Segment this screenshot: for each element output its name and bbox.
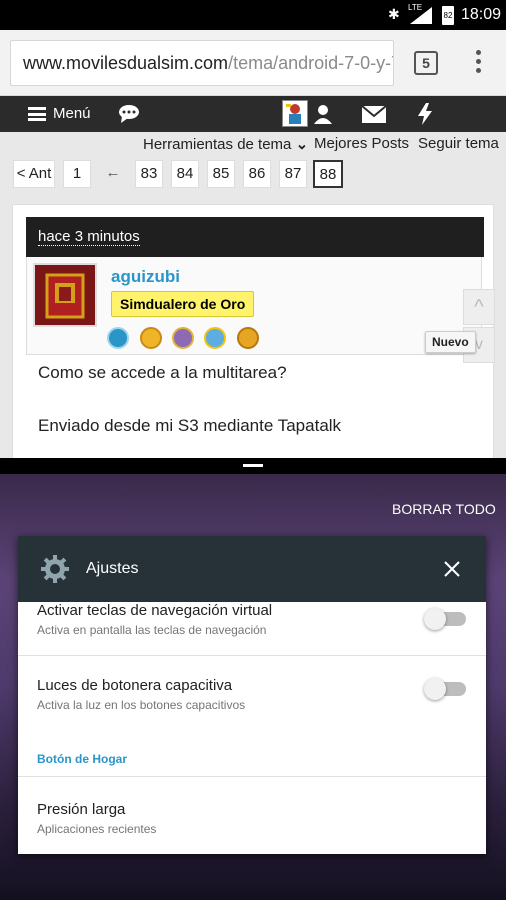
chat-icon[interactable] [118,104,140,124]
tab-switcher-button[interactable]: 5 [414,51,438,75]
scroll-up-button[interactable]: ^ [463,289,495,325]
app-card-header: Ajustes [18,536,486,602]
signal-icon [410,7,432,24]
profile-icon[interactable] [314,104,332,124]
close-icon[interactable] [444,561,460,577]
split-screen-divider[interactable] [0,458,506,474]
award-badge-icon [107,327,129,349]
thread-tools-label: Herramientas de tema [143,136,292,153]
page-button[interactable]: 86 [243,160,271,188]
setting-subtitle: Activa en pantalla las teclas de navegac… [37,623,267,637]
user-rank-badge: Simdualero de Oro [111,291,255,317]
new-post-badge: Nuevo [425,331,476,353]
post-body-line: Como se accede a la multitarea? [38,363,287,382]
setting-subtitle: Aplicaciones recientes [37,822,157,836]
post-body-line: Enviado desde mi S3 mediante Tapatalk [38,416,342,435]
virtual-nav-toggle[interactable] [424,608,466,630]
post-username[interactable]: aguizubi [111,267,180,287]
award-badge-icon [172,327,194,349]
page-button[interactable]: 85 [207,160,235,188]
post-author-panel: aguizubi Simdualero de Oro [26,257,482,355]
section-header: Botón de Hogar [37,752,127,766]
page-first-button[interactable]: 1 [63,160,91,188]
page-button[interactable]: 84 [171,160,199,188]
recents-screen: BORRAR TODO Ajustes Activar teclas de na… [0,474,506,900]
browser-toolbar: www.movilesdualsim.com/tema/android-7-0-… [0,30,506,96]
award-badge-icon [140,327,162,349]
setting-subtitle: Activa la luz en los botones capacitivos [37,698,246,712]
setting-row-capacitive-lights[interactable]: Luces de botonera capacitiva Activa la l… [18,656,486,720]
thread-tools-link[interactable]: Herramientas de tema ⌄ [143,135,308,153]
bolt-icon[interactable] [418,103,432,125]
hamburger-icon[interactable] [28,107,46,121]
post-header: hace 3 minutos [26,217,484,257]
current-page-button: 88 [313,160,343,188]
setting-row-long-press[interactable]: Presión larga Aplicaciones recientes [18,776,486,836]
capacitive-lights-toggle[interactable] [424,678,466,700]
setting-row-virtual-nav[interactable]: Activar teclas de navegación virtual Act… [18,602,486,656]
url-bar[interactable]: www.movilesdualsim.com/tema/android-7-0-… [10,40,394,86]
page-gap-arrow[interactable]: ← [99,160,127,188]
prev-page-button[interactable]: < Ant [13,160,55,188]
post-time: hace 3 minutos [38,228,140,246]
post-card: hace 3 minutos aguizubi Simdualero de Or… [12,204,495,458]
best-posts-link[interactable]: Mejores Posts [314,135,409,152]
overflow-menu-icon[interactable] [472,50,484,76]
menu-label[interactable]: Menú [53,105,91,122]
settings-app-card[interactable]: Ajustes Activar teclas de navegación vir… [18,536,486,854]
page-button[interactable]: 83 [135,160,163,188]
app-title: Ajustes [86,560,139,577]
clear-all-button[interactable]: BORRAR TODO [392,501,496,517]
chevron-down-icon: ⌄ [295,136,309,153]
divider-handle[interactable] [243,464,263,467]
user-avatar-icon[interactable] [282,100,308,127]
bluetooth-icon: ✱ [388,6,400,22]
battery-level: 82 [443,11,453,20]
forum-page: Herramientas de tema ⌄ Mejores Posts Seg… [0,132,506,458]
setting-title: Presión larga [37,801,126,818]
mail-icon[interactable] [362,106,386,123]
setting-title: Activar teclas de navegación virtual [37,602,273,619]
status-bar: ✱ LTE 82 18:09 [0,0,506,30]
url-host: www.movilesdualsim.com [23,53,229,73]
gear-icon [41,555,69,583]
award-badge-icon [237,327,259,349]
battery-icon: 82 [442,6,454,25]
user-avatar[interactable] [33,263,97,327]
setting-title: Luces de botonera capacitiva [37,677,233,694]
url-path: /tema/android-7-0-y-7-1 [228,53,393,73]
forum-navbar: Menú [0,96,506,132]
page-button[interactable]: 87 [279,160,307,188]
follow-thread-link[interactable]: Seguir tema [418,135,499,152]
clock: 18:09 [461,6,502,23]
award-badge-icon [204,327,226,349]
